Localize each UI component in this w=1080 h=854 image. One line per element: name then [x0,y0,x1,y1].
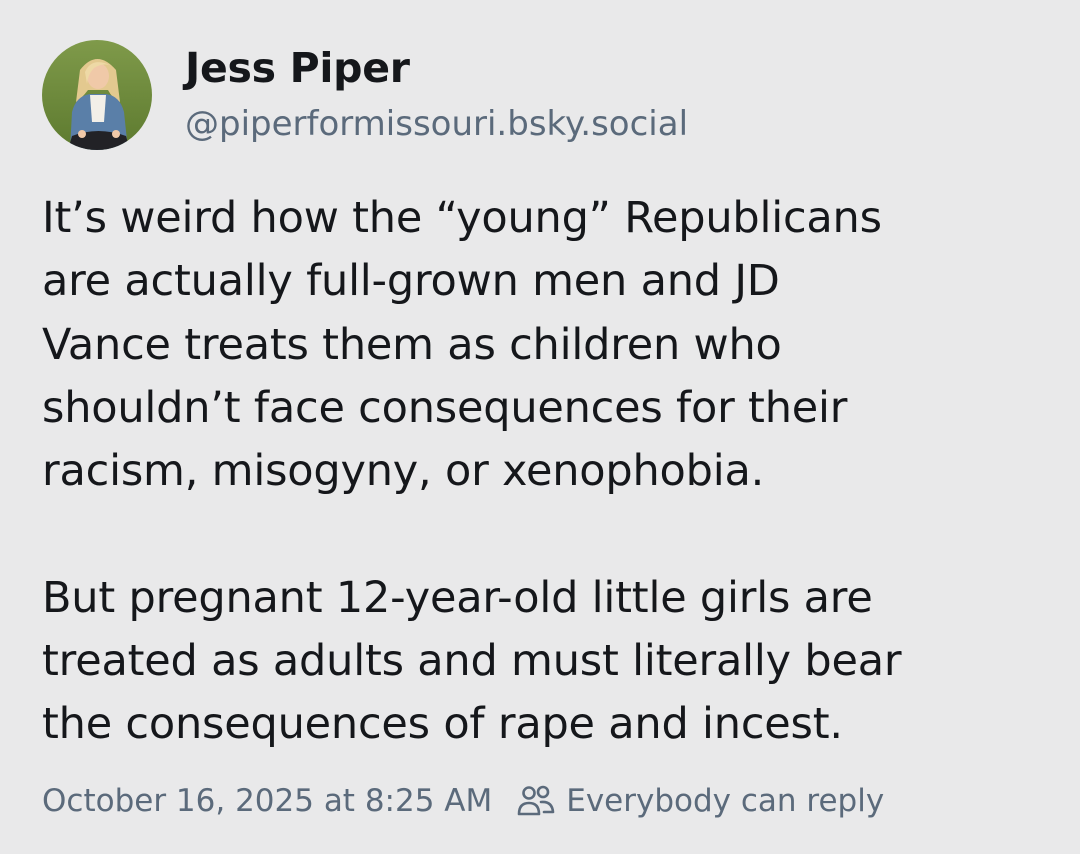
author-avatar[interactable] [42,40,152,150]
post-paragraph: But pregnant 12-year-old little girls ar… [42,572,902,750]
post-timestamp[interactable]: October 16, 2025 at 8:25 AM [42,783,492,819]
post-body: It’s weird how the “young” Republicans a… [42,187,1052,757]
post-card: Jess Piper @piperformissouri.bsky.social… [0,0,1080,854]
avatar-photo [42,40,152,150]
author-handle[interactable]: @piperformissouri.bsky.social [185,104,688,144]
author-display-name[interactable]: Jess Piper [185,44,410,92]
post-meta: October 16, 2025 at 8:25 AM Everybody ca… [42,780,884,822]
reply-setting: Everybody can reply [516,783,884,819]
post-paragraph: It’s weird how the “young” Republicans a… [42,193,882,497]
people-icon [516,784,556,818]
reply-setting-label: Everybody can reply [566,783,885,819]
